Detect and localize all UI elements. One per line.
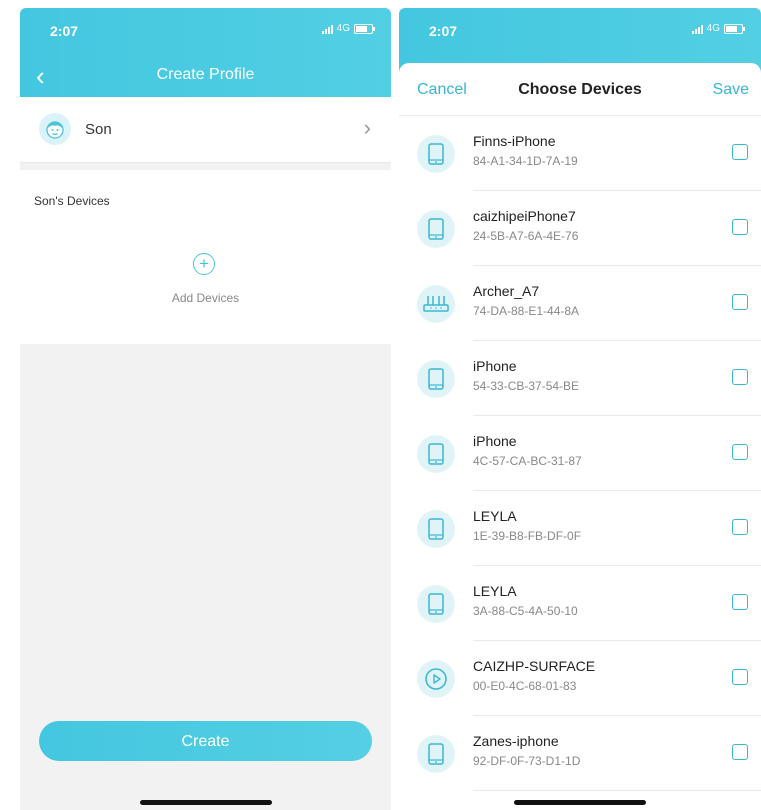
home-indicator <box>139 800 272 805</box>
device-checkbox[interactable] <box>732 444 748 460</box>
chevron-right-icon: › <box>363 115 371 140</box>
device-row[interactable]: Zanes-iphone 92-DF-0F-73-D1-1D <box>399 716 761 791</box>
device-checkbox[interactable] <box>732 369 748 385</box>
device-name: iPhone <box>473 433 517 449</box>
phone-icon <box>417 210 455 248</box>
device-name: LEYLA <box>473 508 517 524</box>
device-checkbox[interactable] <box>732 144 748 160</box>
phone-icon <box>417 510 455 548</box>
device-mac: 84-A1-34-1D-7A-19 <box>473 154 578 168</box>
create-button[interactable]: Create <box>39 721 372 761</box>
device-mac: 24-5B-A7-6A-4E-76 <box>473 229 579 243</box>
sheet-nav-bar: Cancel Choose Devices Save <box>399 63 761 116</box>
device-row[interactable]: LEYLA 1E-39-B8-FB-DF-0F <box>399 491 761 566</box>
network-type: 4G <box>336 23 350 34</box>
device-mac: 00-E0-4C-68-01-83 <box>473 679 577 693</box>
phone-icon <box>417 135 455 173</box>
signal-bars-icon <box>321 24 333 34</box>
media-player-icon <box>417 660 455 698</box>
device-mac: 4C-57-CA-BC-31-87 <box>473 454 582 468</box>
device-row[interactable]: caizhipeiPhone7 24-5B-A7-6A-4E-76 <box>399 191 761 266</box>
devices-section-title: Son's Devices <box>34 194 110 208</box>
avatar <box>39 113 71 145</box>
device-name: Finns-iPhone <box>473 133 556 149</box>
home-indicator <box>514 800 646 805</box>
device-checkbox[interactable] <box>732 294 748 310</box>
signal-indicator: 4G <box>321 23 375 34</box>
signal-indicator: 4G <box>691 23 745 34</box>
device-list: Finns-iPhone 84-A1-34-1D-7A-19 caizhipeiPh… <box>399 116 761 791</box>
device-name: caizhipeiPhone7 <box>473 208 576 224</box>
device-name: LEYLA <box>473 583 517 599</box>
device-mac: 3A-88-C5-4A-50-10 <box>473 604 578 618</box>
device-mac: 54-33-CB-37-54-BE <box>473 379 580 393</box>
choose-devices-screen: 2:07 4G Cancel Choose Devices Save Finns… <box>399 8 761 810</box>
add-devices-button[interactable]: Add Devices <box>20 291 391 305</box>
devices-panel: Son's Devices + Add Devices <box>20 170 391 344</box>
device-mac: 92-DF-0F-73-D1-1D <box>473 754 581 768</box>
save-button[interactable]: Save <box>713 81 749 99</box>
battery-icon <box>354 23 375 34</box>
phone-icon <box>417 435 455 473</box>
device-mac: 1E-39-B8-FB-DF-0F <box>473 529 582 543</box>
add-circle-icon[interactable]: + <box>193 253 215 275</box>
device-name: Zanes-iphone <box>473 733 559 749</box>
battery-icon <box>724 23 745 34</box>
device-checkbox[interactable] <box>732 594 748 610</box>
status-bar: 2:07 4G <box>399 8 761 52</box>
network-type: 4G <box>706 23 720 34</box>
device-row[interactable]: CAIZHP-SURFACE 00-E0-4C-68-01-83 <box>399 641 761 716</box>
create-profile-screen: 2:07 4G ‹ Create Profile Son › Son's Dev… <box>20 8 391 810</box>
device-row[interactable]: iPhone 54-33-CB-37-54-BE <box>399 341 761 416</box>
profile-row[interactable]: Son › <box>20 97 391 163</box>
device-checkbox[interactable] <box>732 744 748 760</box>
profile-name: Son <box>85 121 112 138</box>
device-row[interactable]: iPhone 4C-57-CA-BC-31-87 <box>399 416 761 491</box>
page-title: Create Profile <box>156 66 255 83</box>
choose-devices-sheet: Cancel Choose Devices Save Finns-iPhone 8… <box>399 63 761 810</box>
router-icon <box>417 285 455 323</box>
device-name: iPhone <box>473 358 517 374</box>
status-bar: 2:07 4G <box>20 8 391 52</box>
device-name: Archer_A7 <box>473 283 540 299</box>
device-checkbox[interactable] <box>732 669 748 685</box>
device-row[interactable]: LEYLA 3A-88-C5-4A-50-10 <box>399 566 761 641</box>
phone-icon <box>417 360 455 398</box>
status-time: 2:07 <box>50 23 79 39</box>
phone-icon <box>417 585 455 623</box>
status-time: 2:07 <box>429 23 458 39</box>
sheet-title: Choose Devices <box>518 81 642 98</box>
device-row[interactable]: Finns-iPhone 84-A1-34-1D-7A-19 <box>399 116 761 191</box>
phone-icon <box>417 735 455 773</box>
device-name: CAIZHP-SURFACE <box>473 658 596 674</box>
device-checkbox[interactable] <box>732 519 748 535</box>
device-checkbox[interactable] <box>732 219 748 235</box>
signal-bars-icon <box>691 24 703 34</box>
device-row[interactable]: Archer_A7 74-DA-88-E1-44-8A <box>399 266 761 341</box>
boy-face-icon <box>46 121 64 139</box>
device-mac: 74-DA-88-E1-44-8A <box>473 304 580 318</box>
